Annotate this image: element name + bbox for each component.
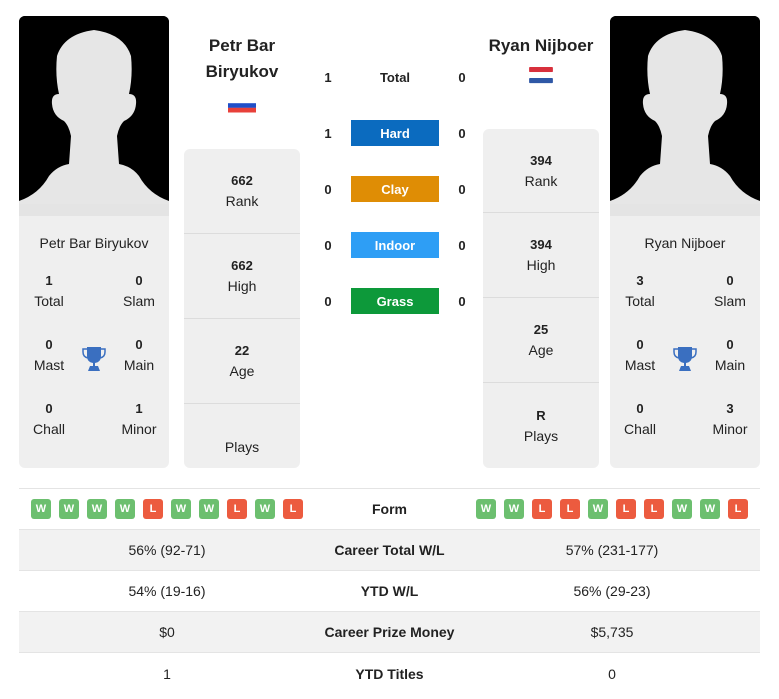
form-badge-loss[interactable]: L [616,499,636,519]
player1-titles-minor: 1 Minor [121,401,157,437]
player2-card-name: Ryan Nijboer [644,235,726,251]
russia-flag-icon [228,98,256,113]
player1-photo[interactable] [19,16,169,216]
h2h-total-label: Total [379,69,411,85]
player2-titles-chall: 0 Chall [624,401,656,437]
trophy-icon [82,347,106,371]
player1-titles-mast: 0 Mast [33,337,65,373]
form-badge-win[interactable]: W [476,499,496,519]
form-badge-loss[interactable]: L [644,499,664,519]
ytd-wl-label: YTD W/L [360,583,419,599]
player1-titles-slam: 0 Slam [123,273,155,309]
h2h-hard-row: 1 Hard 0 [315,120,475,146]
player2-card: Ryan Nijboer 3 Total 0 Slam 0 Mast 0 Main 0C… [610,16,760,468]
form-badge-win[interactable]: W [115,499,135,519]
trophy-icon [673,347,697,371]
player1-plays: Plays [224,438,260,455]
form-badge-loss[interactable]: L [560,499,580,519]
form-label: Form [372,501,407,517]
player2-age: 25 Age [483,298,599,383]
player1-titles: 1 Total 0 Slam 0 Mast 0 Main 0 Chall 1 Minor [19,269,169,468]
form-badge-win[interactable]: W [31,499,51,519]
h2h-clay-row: 0 Clay 0 [315,176,475,202]
h2h-indoor-p2: 0 [458,237,466,253]
prize-money-label: Career Prize Money [324,624,455,640]
surface-hard-button[interactable]: Hard [351,120,439,146]
h2h-hard-p1: 1 [324,125,332,141]
form-badge-win[interactable]: W [588,499,608,519]
player2-career-wl: 57% (231-177) [565,542,659,558]
h2h-total-p2: 0 [458,69,466,85]
player2-high: 394 High [483,213,599,298]
player2-plays: R Plays [523,407,559,444]
form-badge-win[interactable]: W [59,499,79,519]
player1-high: 662 High [184,234,300,319]
h2h-clay-p2: 0 [458,181,466,197]
player1-card-name: Petr Bar Biryukov [39,235,149,251]
form-badge-loss[interactable]: L [283,499,303,519]
h2h-indoor-p1: 0 [324,237,332,253]
player1-rank: 662 Rank [184,149,300,234]
player1-stats: 662 Rank 662 High 22 Age Plays [184,149,300,468]
form-badge-win[interactable]: W [672,499,692,519]
table-row: 56% (92-71) Career Total W/L 57% (231-17… [19,530,760,571]
player2-rank: 394 Rank [483,129,599,213]
player2-photo[interactable] [610,16,760,216]
player1-card: Petr Bar Biryukov 1 Total 0 Slam 0 Mast 0 Ma… [19,16,169,468]
player2-titles-total: 3 Total [625,273,655,309]
surface-indoor-button[interactable]: Indoor [351,232,439,258]
player1-career-wl: 56% (92-71) [128,542,206,558]
h2h-clay-p1: 0 [324,181,332,197]
player1-ytd-titles: 1 [163,665,171,682]
player2-titles: 3 Total 0 Slam 0 Mast 0 Main 0 Chall 3 Minor [610,269,760,468]
h2h-grass-p1: 0 [324,293,332,309]
h2h-total-p1: 1 [324,69,332,85]
player1-titles-main: 0 Main [123,337,155,373]
player2-prize-money: $5,735 [590,624,634,640]
surface-clay-button[interactable]: Clay [351,176,439,202]
player1-form: WWWWLWWLWL [19,499,315,519]
player1-titles-total: 1 Total [34,273,64,309]
player2-titles-slam: 0 Slam [714,273,746,309]
player2-ytd-titles: 0 [608,665,616,682]
player-silhouette-icon [19,16,169,216]
player1-titles-chall: 0 Chall [33,401,65,437]
form-badge-win[interactable]: W [700,499,720,519]
table-row: $0 Career Prize Money $5,735 [19,612,760,653]
form-badge-loss[interactable]: L [143,499,163,519]
player2-form: WWLLWLLWWL [464,499,760,519]
player1-ytd-wl: 54% (19-16) [128,583,206,599]
player2-ytd-wl: 56% (29-23) [573,583,651,599]
ytd-titles-label: YTD Titles [355,665,424,682]
h2h-grass-row: 0 Grass 0 [315,288,475,314]
form-badge-win[interactable]: W [504,499,524,519]
form-badge-win[interactable]: W [171,499,191,519]
form-badge-win[interactable]: W [255,499,275,519]
form-row: WWWWLWWLWL Form WWLLWLLWWL [19,489,760,530]
player1-age: 22 Age [184,319,300,404]
player1-header-name[interactable]: Petr Bar Biryukov [177,33,307,85]
player1-prize-money: $0 [159,624,175,640]
h2h-grass-p2: 0 [458,293,466,309]
form-badge-loss[interactable]: L [532,499,552,519]
h2h-hard-p2: 0 [458,125,466,141]
table-row: 1 YTD Titles 0 [19,653,760,694]
form-badge-loss[interactable]: L [728,499,748,519]
player-silhouette-icon [610,16,760,216]
h2h-total-row: 1 Total 0 [315,64,475,90]
table-row: 54% (19-16) YTD W/L 56% (29-23) [19,571,760,612]
h2h-indoor-row: 0 Indoor 0 [315,232,475,258]
player2-header-name[interactable]: Ryan Nijboer [476,33,606,59]
player2-titles-minor: 3 Minor [712,401,748,437]
player2-titles-mast: 0 Mast [624,337,656,373]
comparison-table: WWWWLWWLWL Form WWLLWLLWWL 56% (92-71) C… [19,488,760,694]
netherlands-flag-icon [529,67,553,84]
career-wl-label: Career Total W/L [334,542,445,558]
form-badge-win[interactable]: W [199,499,219,519]
form-badge-win[interactable]: W [87,499,107,519]
player2-stats: 394 Rank 394 High 25 Age R Plays [483,129,599,468]
surface-grass-button[interactable]: Grass [351,288,439,314]
player2-titles-main: 0 Main [714,337,746,373]
form-badge-loss[interactable]: L [227,499,247,519]
